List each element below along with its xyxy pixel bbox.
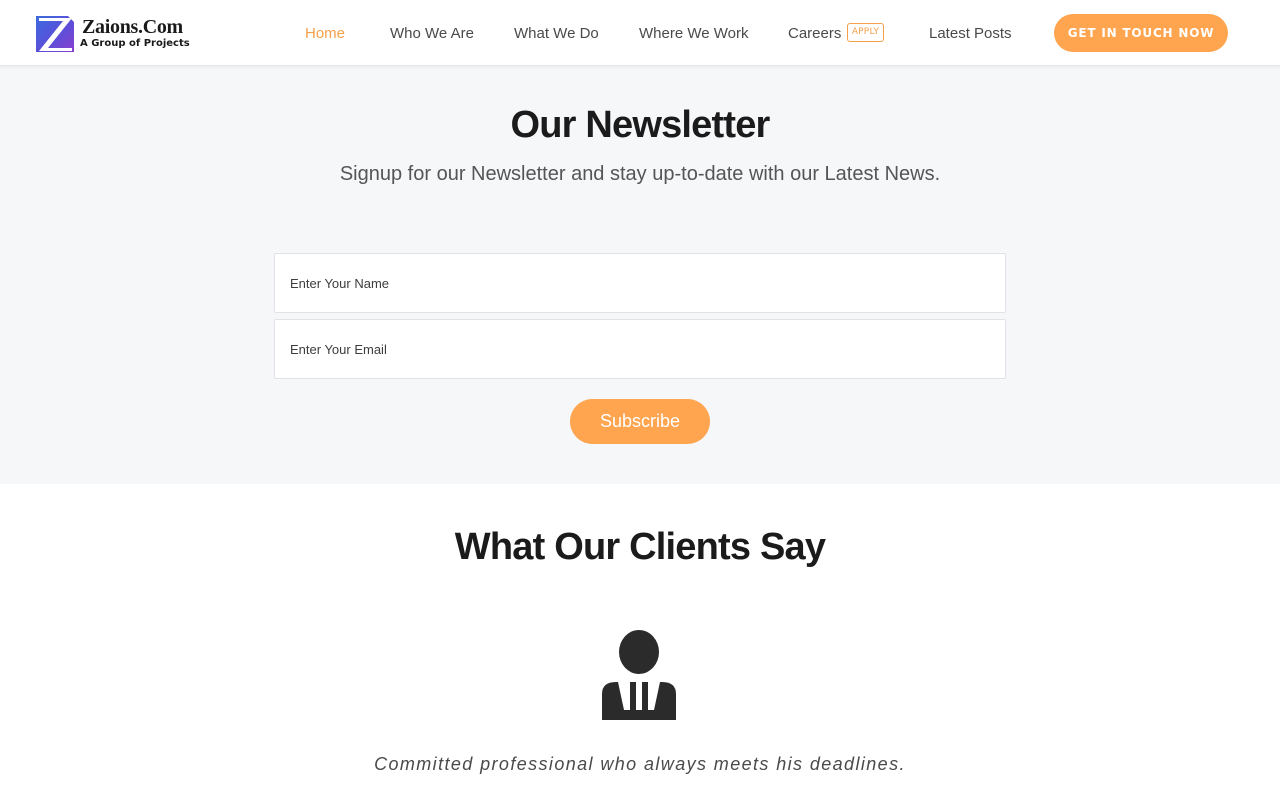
nav-item-latest-posts[interactable]: Latest Posts xyxy=(929,24,1012,44)
user-silhouette-icon xyxy=(602,630,676,720)
nav-item-who-we-are[interactable]: Who We Are xyxy=(390,24,474,44)
testimonials-section: What Our Clients Say Committed professio… xyxy=(0,484,1280,800)
subscribe-button[interactable]: Subscribe xyxy=(570,399,710,444)
testimonials-title: What Our Clients Say xyxy=(454,526,826,568)
get-in-touch-button[interactable]: GET IN TOUCH NOW xyxy=(1054,14,1228,52)
client-quote: Committed professional who always meets … xyxy=(374,754,906,774)
nav-item-where-we-work[interactable]: Where We Work xyxy=(639,24,748,44)
logo-name: Zaions.Com xyxy=(82,16,183,38)
newsletter-section: Our Newsletter Signup for our Newsletter… xyxy=(0,66,1280,484)
site-header: Zaions.Com A Group of Projects Home Who … xyxy=(0,0,1280,66)
careers-apply-badge[interactable]: APPLY xyxy=(847,23,884,42)
nav-item-what-we-do[interactable]: What We Do xyxy=(514,24,599,44)
nav-item-home[interactable]: Home xyxy=(305,24,345,44)
logo-tagline: A Group of Projects xyxy=(80,38,190,49)
newsletter-title: Our Newsletter xyxy=(510,104,770,146)
name-input[interactable] xyxy=(274,253,1006,313)
email-input[interactable] xyxy=(274,319,1006,379)
newsletter-subtitle: Signup for our Newsletter and stay up-to… xyxy=(339,163,941,185)
nav-item-careers[interactable]: Careers xyxy=(788,24,841,44)
logo-z-icon xyxy=(36,14,76,52)
site-logo[interactable]: Zaions.Com A Group of Projects xyxy=(36,14,196,54)
